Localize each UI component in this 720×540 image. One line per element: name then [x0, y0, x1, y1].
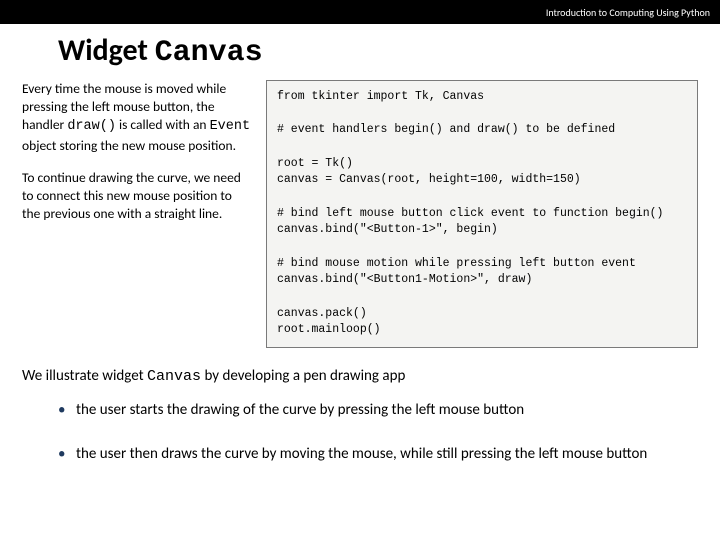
left-column: Every time the mouse is moved while pres…: [22, 80, 252, 348]
list-item: the user starts the drawing of the curve…: [58, 401, 692, 421]
header-bar: Introduction to Computing Using Python: [0, 0, 720, 24]
intro-b: by developing a pen drawing app: [201, 367, 405, 385]
title-mono: Canvas: [155, 36, 263, 70]
intro-a: We illustrate widget: [22, 367, 147, 385]
intro-line: We illustrate widget Canvas by developin…: [22, 366, 692, 387]
slide-title: Widget Canvas: [0, 24, 720, 80]
p1-text-b: is called with an: [116, 116, 210, 133]
below-section: We illustrate widget Canvas by developin…: [0, 348, 720, 464]
list-item: the user then draws the curve by moving …: [58, 445, 692, 465]
course-title: Introduction to Computing Using Python: [546, 6, 710, 19]
paragraph-1: Every time the mouse is moved while pres…: [22, 80, 252, 155]
title-prefix: Widget: [58, 32, 155, 69]
p1-code-1: draw(): [67, 119, 116, 134]
intro-mono: Canvas: [147, 368, 201, 385]
bullet-list: the user starts the drawing of the curve…: [22, 387, 692, 464]
p1-code-2: Event: [210, 119, 251, 134]
code-block: from tkinter import Tk, Canvas # event h…: [266, 80, 698, 348]
p1-text-c: object storing the new mouse position.: [22, 137, 236, 154]
paragraph-2: To continue drawing the curve, we need t…: [22, 169, 252, 224]
main-row: Every time the mouse is moved while pres…: [0, 80, 720, 348]
